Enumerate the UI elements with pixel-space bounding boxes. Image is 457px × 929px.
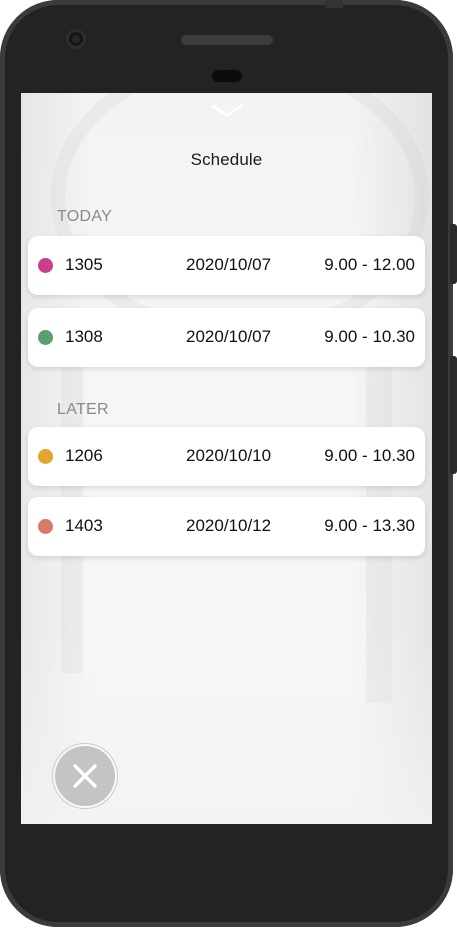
booking-time: 9.00 - 10.30	[324, 446, 415, 465]
volume-button	[450, 224, 457, 284]
room-number: 1206	[65, 446, 103, 465]
schedule-item[interactable]: 1308 2020/10/07 9.00 - 10.30	[28, 308, 425, 367]
booking-date: 2020/10/12	[186, 516, 272, 535]
status-dot	[38, 330, 53, 345]
status-dot	[38, 449, 53, 464]
room-number: 1403	[65, 516, 103, 535]
booking-time: 9.00 - 12.00	[324, 255, 415, 274]
schedule-item[interactable]: 1305 2020/10/07 9.00 - 12.00	[28, 236, 425, 295]
phone-top-button	[325, 0, 343, 8]
phone-frame: Schedule TODAY 1305 2020/10/07 9.00 - 12…	[0, 0, 453, 927]
power-button	[450, 356, 457, 474]
booking-time: 9.00 - 10.30	[324, 327, 415, 346]
status-dot	[38, 519, 53, 534]
room-number: 1305	[65, 255, 103, 274]
schedule-item[interactable]: 1403 2020/10/12 9.00 - 13.30	[28, 497, 425, 556]
booking-date: 2020/10/07	[186, 255, 272, 274]
front-camera	[66, 29, 86, 49]
page-title: Schedule	[190, 150, 263, 169]
booking-date: 2020/10/07	[186, 327, 272, 346]
section-label-later: LATER	[57, 401, 109, 418]
close-button[interactable]	[55, 746, 115, 806]
room-number: 1308	[65, 327, 103, 346]
earpiece-speaker	[181, 35, 273, 45]
section-label-today: TODAY	[57, 208, 113, 225]
status-dot	[38, 258, 53, 273]
schedule-item[interactable]: 1206 2020/10/10 9.00 - 10.30	[28, 427, 425, 486]
close-icon	[73, 764, 97, 788]
booking-date: 2020/10/10	[186, 446, 272, 465]
schedule-screen: Schedule TODAY 1305 2020/10/07 9.00 - 12…	[21, 93, 432, 824]
chevron-down-icon[interactable]	[211, 101, 243, 119]
booking-time: 9.00 - 13.30	[324, 516, 415, 535]
proximity-sensor	[212, 70, 242, 82]
